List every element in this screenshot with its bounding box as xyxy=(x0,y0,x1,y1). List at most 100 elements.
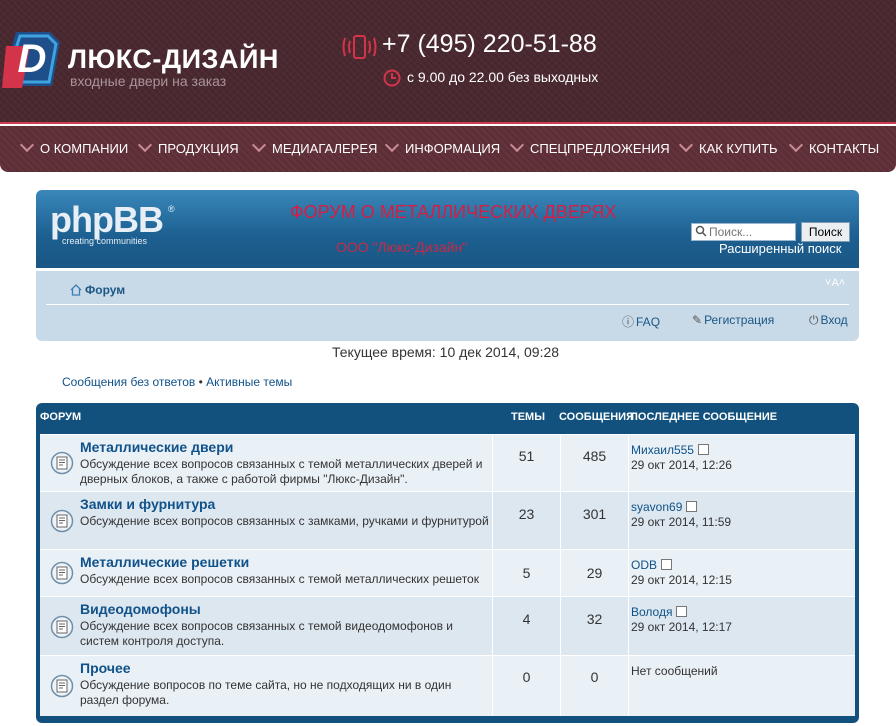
breadcrumb-forum[interactable]: Форум xyxy=(70,282,125,298)
forum-cell: Металлические двери Обсуждение всех вопр… xyxy=(40,435,491,491)
forum-title-link[interactable]: Металлические решетки xyxy=(80,554,249,570)
link-separator: • xyxy=(195,375,207,389)
forum-row: Замки и фурнитура Обсуждение всех вопрос… xyxy=(40,491,855,549)
forum-read-icon xyxy=(50,451,74,475)
view-latest-post-icon[interactable] xyxy=(686,501,698,512)
search-icon xyxy=(695,225,707,237)
navbar-divider xyxy=(46,304,849,305)
phone-icon xyxy=(342,35,377,59)
unanswered-link[interactable]: Сообщения без ответов xyxy=(62,375,195,389)
forum-cell: Прочее Обсуждение вопросов по теме сайта… xyxy=(40,656,491,716)
last-post-cell: ODB 29 окт 2014, 12:15 xyxy=(628,550,856,596)
nav-item-label: КАК КУПИТЬ xyxy=(699,141,778,156)
column-header-forum: ФОРУМ xyxy=(40,411,82,423)
topics-count: 5 xyxy=(492,550,560,596)
forum-row: Металлические решетки Обсуждение всех во… xyxy=(40,549,855,596)
logo-subtitle: входные двери на заказ xyxy=(70,73,227,89)
column-header-last-post: ПОСЛЕДНЕЕ СООБЩЕНИЕ xyxy=(630,411,778,423)
nav-item-info[interactable]: ИНФОРМАЦИЯ xyxy=(384,126,501,172)
svg-text:®: ® xyxy=(168,204,175,214)
last-post-cell: Михаил555 29 окт 2014, 12:26 xyxy=(628,435,856,491)
forum-desc: Обсуждение вопросов по теме сайта, но не… xyxy=(80,678,452,707)
phone-number[interactable]: +7 (495) 220-51-88 xyxy=(382,30,597,59)
topics-count: 0 xyxy=(492,656,560,716)
home-icon xyxy=(70,284,82,296)
nav-item-media[interactable]: МЕДИАГАЛЕРЕЯ xyxy=(251,126,377,172)
column-header-topics: ТЕМЫ xyxy=(511,411,545,423)
login-link[interactable]: ⏻ Вход xyxy=(809,313,848,328)
nav-item-products[interactable]: ПРОДУКЦИЯ xyxy=(137,126,239,172)
site-logo[interactable]: D ЛЮКС-ДИЗАЙН входные двери на заказ xyxy=(2,22,278,90)
author-name: Михаил555 xyxy=(631,443,694,457)
last-post-author[interactable]: ODB xyxy=(631,558,673,572)
forum-desc: Обсуждение всех вопросов связанных с зам… xyxy=(80,514,489,528)
forum-title: ФОРУМ О МЕТАЛЛИЧЕСКИХ ДВЕРЯХ xyxy=(290,202,617,222)
posts-count: 29 xyxy=(560,550,628,596)
phpbb-logo[interactable]: phpBB ® creating communities xyxy=(50,200,190,256)
topics-count: 4 xyxy=(492,597,560,655)
last-post-author[interactable]: syavon69 xyxy=(631,500,698,514)
active-topics-link[interactable]: Активные темы xyxy=(206,375,292,389)
help-icon: ⓘ xyxy=(622,315,635,329)
forum-title-link[interactable]: Замки и фурнитура xyxy=(80,496,215,512)
svg-text:D: D xyxy=(18,37,47,81)
view-latest-post-icon[interactable] xyxy=(676,606,688,617)
current-time: Текущее время: 10 дек 2014, 09:28 xyxy=(332,344,560,360)
quick-links: Сообщения без ответов • Активные темы xyxy=(62,375,292,389)
font-size-control[interactable]: ˅A˄ xyxy=(825,277,845,289)
forum-title-link[interactable]: Видеодомофоны xyxy=(80,601,201,617)
author-name: Володя xyxy=(631,605,673,619)
search-button[interactable]: Поиск xyxy=(801,222,850,242)
author-name: ODB xyxy=(631,558,658,572)
faq-link[interactable]: ⓘ FAQ xyxy=(622,313,660,330)
forum-navbar: Форум ˅A˄ ⓘ FAQ ✎ Регистрация ⏻ Вход xyxy=(36,271,859,341)
topics-count: 23 xyxy=(492,492,560,549)
nav-item-label: ИНФОРМАЦИЯ xyxy=(405,141,501,156)
last-post-date: 29 окт 2014, 11:59 xyxy=(631,515,732,529)
nav-item-offers[interactable]: СПЕЦПРЕДЛОЖЕНИЯ xyxy=(509,126,670,172)
chevron-down-icon xyxy=(251,137,267,153)
author-name: syavon69 xyxy=(631,500,683,514)
site-header: D ЛЮКС-ДИЗАЙН входные двери на заказ +7 … xyxy=(0,0,896,124)
nav-item-label: ПРОДУКЦИЯ xyxy=(158,141,239,156)
faq-label: FAQ xyxy=(636,315,661,329)
topics-count: 51 xyxy=(492,435,560,491)
svg-text:creating communities: creating communities xyxy=(62,236,148,246)
forum-read-icon xyxy=(50,561,74,585)
advanced-search-link[interactable]: Расширенный поиск xyxy=(719,241,841,256)
forum-cell: Замки и фурнитура Обсуждение всех вопрос… xyxy=(40,492,491,549)
search-box xyxy=(691,223,796,241)
forum-table: ФОРУМ ТЕМЫ СООБЩЕНИЯ ПОСЛЕДНЕЕ СООБЩЕНИЕ… xyxy=(36,403,859,723)
posts-count: 32 xyxy=(560,597,628,655)
chevron-down-icon xyxy=(788,137,804,153)
last-post-author[interactable]: Володя xyxy=(631,605,688,619)
login-label: Вход xyxy=(820,313,848,327)
pen-icon: ✎ xyxy=(692,313,703,327)
main-nav: О КОМПАНИИ ПРОДУКЦИЯ МЕДИАГАЛЕРЕЯ ИНФОРМ… xyxy=(0,126,896,172)
nav-item-contacts[interactable]: КОНТАКТЫ xyxy=(788,126,880,172)
last-post-date: 29 окт 2014, 12:15 xyxy=(631,573,732,587)
forum-title-link[interactable]: Металлические двери xyxy=(80,439,233,455)
forum-cell: Металлические решетки Обсуждение всех во… xyxy=(40,550,491,596)
svg-text:phpBB: phpBB xyxy=(50,200,163,240)
last-post-cell: Нет сообщений xyxy=(628,656,856,716)
forum-desc: Обсуждение всех вопросов связанных с тем… xyxy=(80,457,483,486)
nav-item-how-to-buy[interactable]: КАК КУПИТЬ xyxy=(678,126,778,172)
view-latest-post-icon[interactable] xyxy=(697,444,709,455)
chevron-down-icon xyxy=(509,137,525,153)
nav-item-about[interactable]: О КОМПАНИИ xyxy=(19,126,128,172)
search-input[interactable] xyxy=(709,224,793,240)
forum-row: Металлические двери Обсуждение всех вопр… xyxy=(40,434,855,491)
posts-count: 485 xyxy=(560,435,628,491)
register-link[interactable]: ✎ Регистрация xyxy=(692,313,774,327)
no-posts-text: Нет сообщений xyxy=(631,664,718,678)
last-post-cell: Володя 29 окт 2014, 12:17 xyxy=(628,597,856,655)
view-latest-post-icon[interactable] xyxy=(661,559,673,570)
forum-title-link[interactable]: Прочее xyxy=(80,660,131,676)
forum-read-icon xyxy=(50,509,74,533)
last-post-author[interactable]: Михаил555 xyxy=(631,443,709,457)
nav-item-label: КОНТАКТЫ xyxy=(809,141,880,156)
logo-name: ЛЮКС-ДИЗАЙН xyxy=(68,44,279,74)
forum-header: phpBB ® creating communities ФОРУМ О МЕТ… xyxy=(36,190,859,268)
chevron-down-icon xyxy=(678,137,694,153)
